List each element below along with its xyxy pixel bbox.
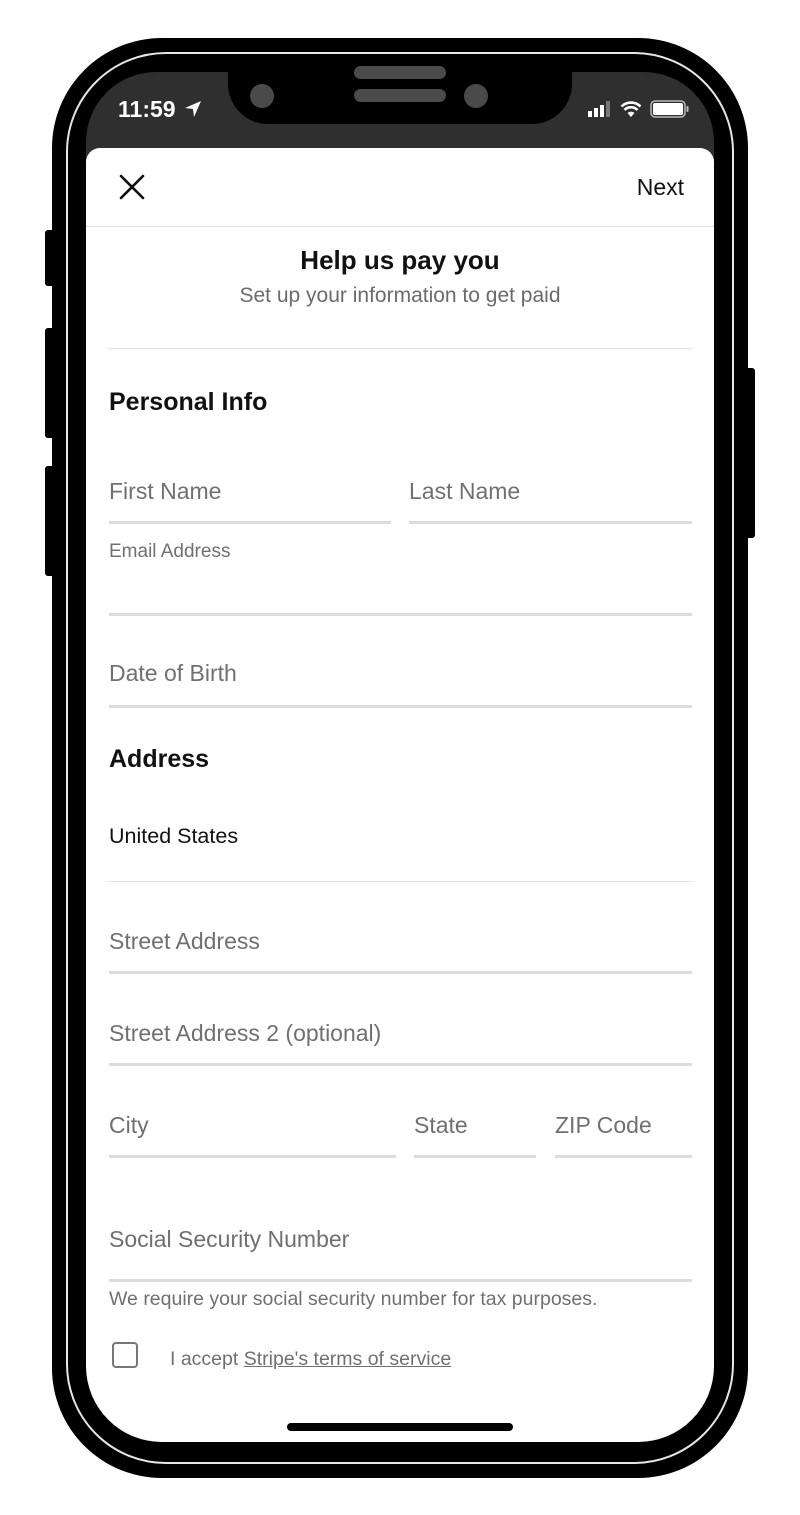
section-personal-info: Personal Info: [109, 388, 268, 416]
nav-bar: Next: [86, 148, 714, 227]
page-title: Help us pay you: [300, 245, 500, 275]
zip-code-input[interactable]: ZIP Code: [555, 1100, 692, 1158]
header-divider: [108, 348, 692, 349]
status-time: 11:59: [118, 96, 202, 123]
wifi-icon: [620, 100, 642, 117]
volume-down-button: [45, 466, 55, 576]
speaker-bottom: [354, 89, 446, 102]
street-address-input[interactable]: Street Address: [109, 916, 692, 974]
state-input[interactable]: State: [414, 1100, 536, 1158]
date-of-birth-placeholder: Date of Birth: [109, 660, 237, 686]
date-of-birth-input[interactable]: Date of Birth: [109, 648, 692, 708]
street-address-2-input[interactable]: Street Address 2 (optional): [109, 1008, 692, 1066]
speaker-top: [354, 66, 446, 79]
terms-of-service-link[interactable]: Stripe's terms of service: [244, 1348, 451, 1370]
country-select[interactable]: United States: [109, 824, 238, 849]
location-arrow-icon: [184, 101, 201, 117]
cellular-signal-icon: [588, 101, 610, 117]
battery-icon: [650, 100, 689, 118]
email-label: Email Address: [109, 541, 231, 562]
section-address: Address: [109, 745, 210, 773]
mute-switch: [45, 230, 55, 286]
camera-left: [250, 84, 274, 108]
country-divider: [108, 881, 692, 882]
close-icon[interactable]: [118, 173, 146, 201]
volume-up-button: [45, 328, 55, 438]
email-input[interactable]: Email Address: [109, 538, 692, 616]
status-icons: [588, 100, 690, 118]
terms-checkbox[interactable]: [112, 1342, 138, 1368]
last-name-input[interactable]: Last Name: [409, 466, 692, 524]
first-name-placeholder: First Name: [109, 478, 222, 504]
terms-label: I accept Stripe's terms of service: [170, 1348, 451, 1371]
first-name-input[interactable]: First Name: [109, 466, 391, 524]
camera-right: [464, 84, 488, 108]
next-button[interactable]: Next: [637, 174, 684, 201]
page-subtitle: Set up your information to get paid: [239, 284, 561, 307]
city-placeholder: City: [109, 1112, 149, 1138]
state-placeholder: State: [414, 1112, 468, 1138]
city-input[interactable]: City: [109, 1100, 396, 1158]
ssn-note: We require your social security number f…: [109, 1288, 598, 1310]
home-indicator[interactable]: [287, 1423, 513, 1431]
terms-prefix: I accept: [170, 1348, 244, 1370]
page-header: Help us pay you Set up your information …: [86, 227, 714, 308]
street-address-2-placeholder: Street Address 2 (optional): [109, 1020, 382, 1046]
zip-code-placeholder: ZIP Code: [555, 1112, 652, 1138]
screen: Next Help us pay you Set up your informa…: [86, 148, 714, 1442]
ssn-input[interactable]: Social Security Number: [109, 1216, 692, 1282]
street-address-placeholder: Street Address: [109, 928, 260, 954]
time-text: 11:59: [118, 96, 176, 122]
last-name-placeholder: Last Name: [409, 478, 521, 504]
power-button: [745, 368, 755, 538]
ssn-placeholder: Social Security Number: [109, 1226, 350, 1252]
